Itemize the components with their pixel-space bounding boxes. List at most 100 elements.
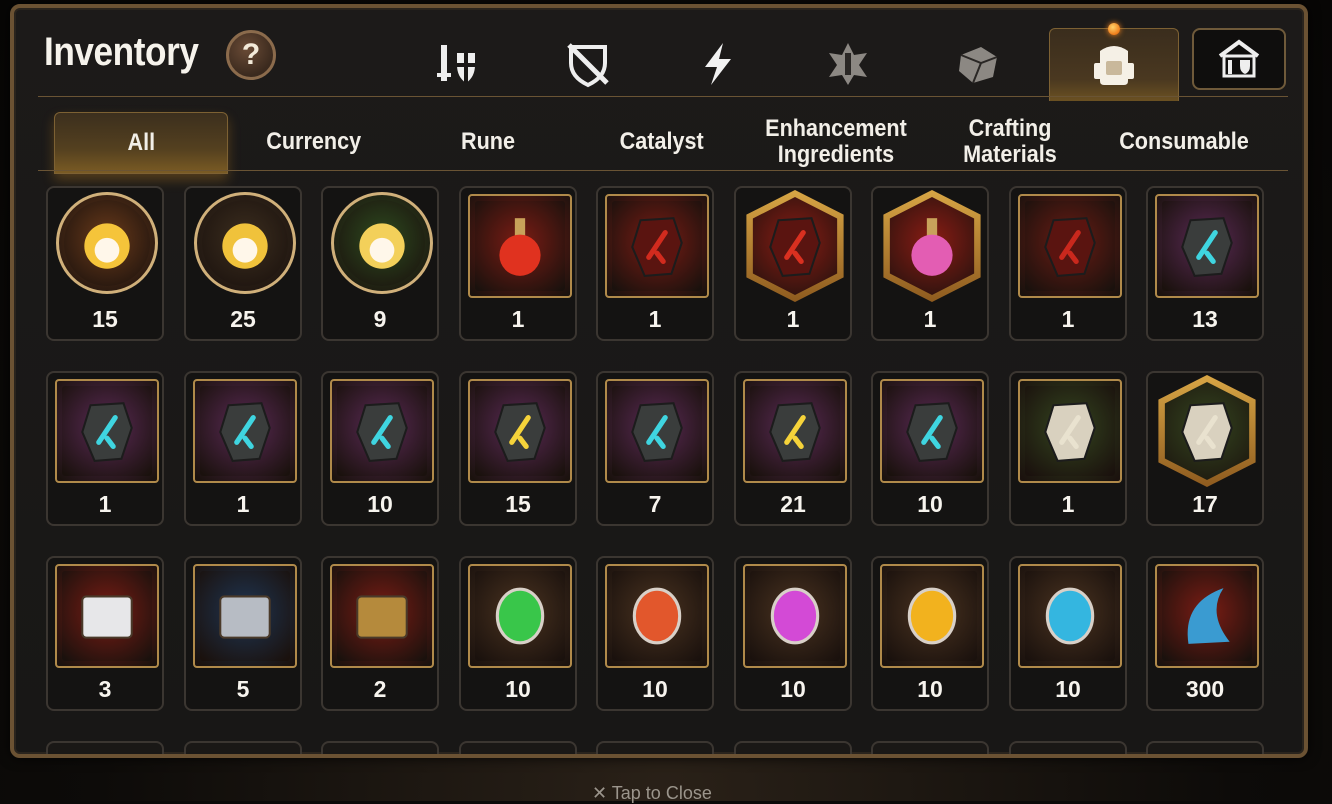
- tab-enhancement-ingredients[interactable]: Enhancement Ingredients: [750, 112, 922, 172]
- item-slot-partial[interactable]: [46, 741, 164, 754]
- item-frame: [880, 564, 984, 668]
- item-slot[interactable]: 1: [184, 371, 302, 526]
- item-slot[interactable]: 10: [321, 371, 439, 526]
- item-count: 1: [98, 491, 112, 517]
- hero-gear-icon[interactable]: [394, 28, 522, 100]
- white-star-stone-icon: [1181, 402, 1233, 462]
- item-icon-bg: [1162, 571, 1252, 661]
- item-icon-bg: [1025, 386, 1115, 476]
- item-slot[interactable]: 7: [596, 371, 714, 526]
- item-slot[interactable]: 5: [184, 556, 302, 711]
- item-slot-partial[interactable]: [321, 741, 439, 754]
- item-icon-bg: [62, 571, 152, 661]
- item-slot-partial[interactable]: [1146, 741, 1264, 754]
- item-frame: [1155, 194, 1259, 298]
- item-slot[interactable]: 1: [734, 186, 852, 341]
- item-slot[interactable]: 15: [459, 371, 577, 526]
- dice-icon[interactable]: [914, 28, 1042, 100]
- lightning-glyph: [705, 43, 731, 85]
- item-icon-bg: [887, 386, 977, 476]
- item-slot-partial[interactable]: [871, 741, 989, 754]
- blue-necklace-stone-icon: [81, 402, 133, 462]
- tab-all[interactable]: All: [54, 112, 228, 174]
- item-slot-partial[interactable]: [184, 741, 302, 754]
- item-icon-bg: [1162, 201, 1252, 291]
- item-frame: [743, 379, 847, 483]
- item-count: 1: [786, 306, 800, 332]
- item-slot[interactable]: 10: [734, 556, 852, 711]
- item-count: 10: [917, 491, 943, 517]
- item-slot[interactable]: 10: [459, 556, 577, 711]
- item-count: 25: [230, 306, 256, 332]
- item-count: 1: [923, 306, 937, 332]
- item-icon-bg: [200, 386, 290, 476]
- item-slot[interactable]: 1: [459, 186, 577, 341]
- inventory-panel: Inventory ? All Currency Rune Catalyst E…: [10, 4, 1308, 758]
- item-frame: [331, 192, 433, 294]
- guild-storage-icon[interactable]: [1192, 28, 1286, 90]
- artifact-icon[interactable]: [784, 28, 912, 100]
- item-frame: [468, 564, 572, 668]
- item-slot[interactable]: 300: [1146, 556, 1264, 711]
- tap-to-close-label: Tap to Close: [611, 783, 712, 803]
- item-slot-partial[interactable]: [459, 741, 577, 754]
- lightning-icon[interactable]: [654, 28, 782, 100]
- item-icon-bg: [887, 571, 977, 661]
- item-frame: [605, 379, 709, 483]
- backpack-icon[interactable]: [1049, 23, 1179, 101]
- blue-scale-claw-icon: [1187, 588, 1230, 644]
- item-slot-partial[interactable]: [596, 741, 714, 754]
- item-slot[interactable]: 1: [596, 186, 714, 341]
- item-slot[interactable]: 3: [46, 556, 164, 711]
- item-slot[interactable]: 10: [871, 556, 989, 711]
- notification-dot: [1108, 23, 1120, 35]
- item-slot-partial[interactable]: [1009, 741, 1127, 754]
- item-frame: [1155, 564, 1259, 668]
- item-slot[interactable]: 9: [321, 186, 439, 341]
- item-slot[interactable]: 1: [46, 371, 164, 526]
- item-frame: [330, 564, 434, 668]
- item-count: 10: [917, 676, 943, 702]
- item-count: 1: [236, 491, 250, 517]
- pink-potion-icon: [911, 218, 953, 276]
- item-slot[interactable]: 2: [321, 556, 439, 711]
- item-frame: [605, 564, 709, 668]
- item-slot[interactable]: 1: [871, 186, 989, 341]
- tab-crafting-materials[interactable]: Crafting Materials: [924, 112, 1096, 172]
- broken-shield-icon[interactable]: [524, 28, 652, 100]
- item-icon-bg: [1025, 201, 1115, 291]
- header-divider: [38, 96, 1288, 97]
- item-slot-partial[interactable]: [734, 741, 852, 754]
- item-slot[interactable]: 10: [871, 371, 989, 526]
- item-frame: [880, 379, 984, 483]
- item-icon-bg: [475, 201, 565, 291]
- red-necklace-stone-icon: [1044, 217, 1096, 277]
- guild-storage-glyph: [1218, 39, 1260, 78]
- red-ring-stone-icon: [631, 217, 683, 277]
- item-slot[interactable]: 13: [1146, 186, 1264, 341]
- item-frame: [194, 192, 296, 294]
- item-slot[interactable]: 21: [734, 371, 852, 526]
- item-slot[interactable]: 15: [46, 186, 164, 341]
- item-slot[interactable]: 17: [1146, 371, 1264, 526]
- item-slot[interactable]: 25: [184, 186, 302, 341]
- tab-consumable[interactable]: Consumable: [1098, 112, 1270, 172]
- item-icon-bg: [200, 571, 290, 661]
- help-button[interactable]: ?: [226, 30, 276, 80]
- tab-currency[interactable]: Currency: [228, 112, 400, 172]
- item-slot[interactable]: 10: [1009, 556, 1127, 711]
- item-slot[interactable]: 1: [1009, 371, 1127, 526]
- tab-rune[interactable]: Rune: [402, 112, 574, 172]
- item-frame: [193, 379, 297, 483]
- item-icon-bg: [339, 200, 425, 286]
- tab-enhancement-label: Enhancement Ingredients: [765, 115, 907, 168]
- item-icon-bg: [62, 386, 152, 476]
- item-frame: [743, 564, 847, 668]
- item-slot[interactable]: 1: [1009, 186, 1127, 341]
- item-frame: [746, 190, 844, 302]
- mola-coin-brown-icon: [222, 223, 268, 269]
- item-icon-bg: [750, 386, 840, 476]
- item-slot[interactable]: 10: [596, 556, 714, 711]
- tab-catalyst[interactable]: Catalyst: [576, 112, 748, 172]
- item-frame: [330, 379, 434, 483]
